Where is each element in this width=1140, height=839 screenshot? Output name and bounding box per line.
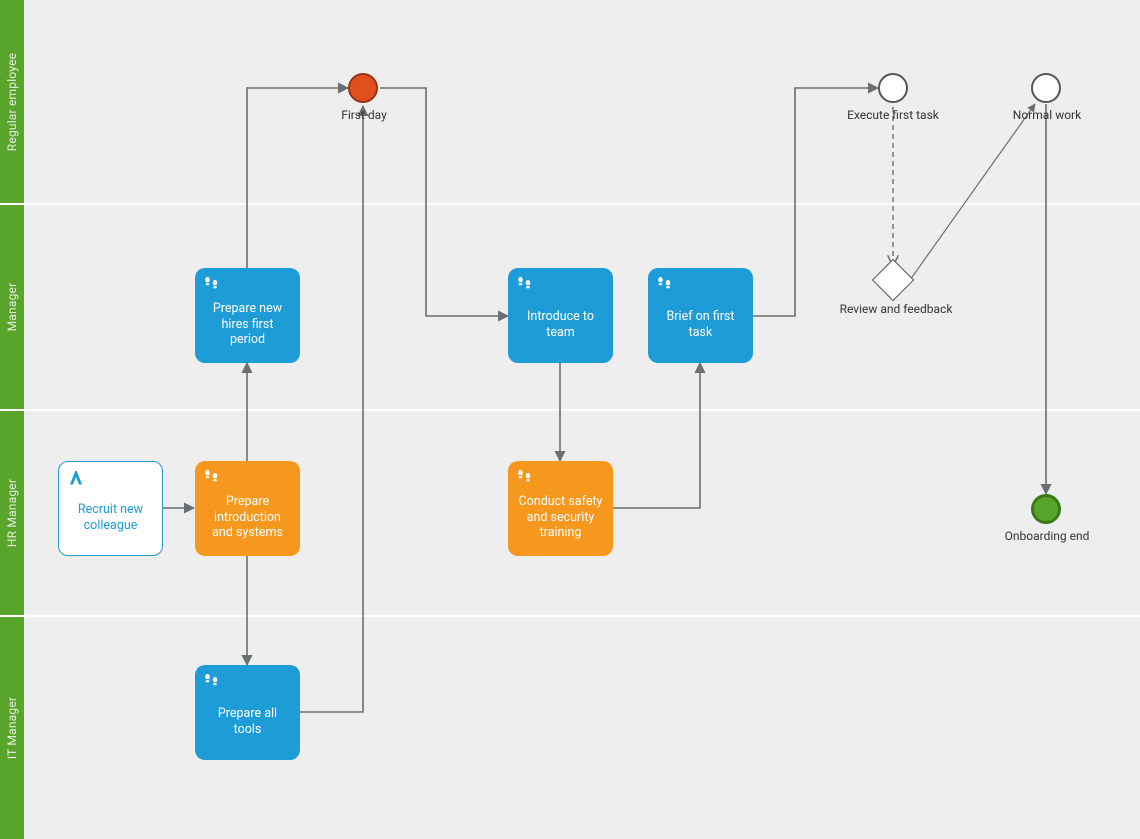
footprints-icon <box>516 467 534 485</box>
edge-first-day-to-introduce[interactable] <box>380 88 508 316</box>
gateway-label: Review and feedback <box>836 302 956 316</box>
event-label: Execute first task <box>843 108 943 122</box>
event-first-day[interactable] <box>348 73 378 103</box>
lane-header-it-manager[interactable]: IT Manager <box>0 617 24 839</box>
event-execute-first-task[interactable] <box>878 73 908 103</box>
task-prepare-first-period[interactable]: Prepare new hires first period <box>195 268 300 363</box>
footprints-icon <box>203 671 221 689</box>
footprints-icon <box>203 467 221 485</box>
lane-separator <box>0 409 1140 411</box>
lane-label: Manager <box>5 283 19 332</box>
task-label: Brief on first task <box>658 309 743 340</box>
start-icon <box>67 468 85 486</box>
event-label: Onboarding end <box>1004 529 1090 543</box>
event-label: Normal work <box>1012 108 1082 122</box>
task-conduct-training[interactable]: Conduct safety and security training <box>508 461 613 556</box>
edge-review-to-normal-work[interactable] <box>910 104 1035 280</box>
event-onboarding-end[interactable] <box>1031 494 1061 524</box>
lane-label: Regular employee <box>5 52 19 150</box>
task-label: Recruit new colleague <box>69 502 152 533</box>
bpmn-diagram: Regular employee Manager HR Manager IT M… <box>0 0 1140 839</box>
lane-separator <box>0 615 1140 617</box>
task-label: Introduce to team <box>518 309 603 340</box>
task-prepare-introduction[interactable]: Prepare introduction and systems <box>195 461 300 556</box>
task-recruit[interactable]: Recruit new colleague <box>58 461 163 556</box>
edge-layer <box>0 0 1140 839</box>
task-brief-first-task[interactable]: Brief on first task <box>648 268 753 363</box>
task-introduce-to-team[interactable]: Introduce to team <box>508 268 613 363</box>
task-label: Prepare all tools <box>205 706 290 737</box>
task-label: Prepare new hires first period <box>205 301 290 348</box>
lane-header-hr-manager[interactable]: HR Manager <box>0 411 24 615</box>
edge-training-to-brief[interactable] <box>613 363 700 508</box>
edge-prep-period-to-first-day[interactable] <box>247 88 348 268</box>
gateway-review[interactable] <box>872 259 914 301</box>
event-label: First day <box>340 108 388 122</box>
edge-brief-to-exec-first[interactable] <box>753 88 878 316</box>
footprints-icon <box>203 274 221 292</box>
lane-label: IT Manager <box>5 697 19 759</box>
lane-header-regular-employee[interactable]: Regular employee <box>0 0 24 203</box>
lane-label: HR Manager <box>5 479 19 547</box>
task-prepare-all-tools[interactable]: Prepare all tools <box>195 665 300 760</box>
footprints-icon <box>516 274 534 292</box>
footprints-icon <box>656 274 674 292</box>
lane-header-manager[interactable]: Manager <box>0 205 24 409</box>
task-label: Conduct safety and security training <box>518 494 603 541</box>
event-normal-work[interactable] <box>1031 73 1061 103</box>
task-label: Prepare introduction and systems <box>205 494 290 541</box>
lane-separator <box>0 203 1140 205</box>
